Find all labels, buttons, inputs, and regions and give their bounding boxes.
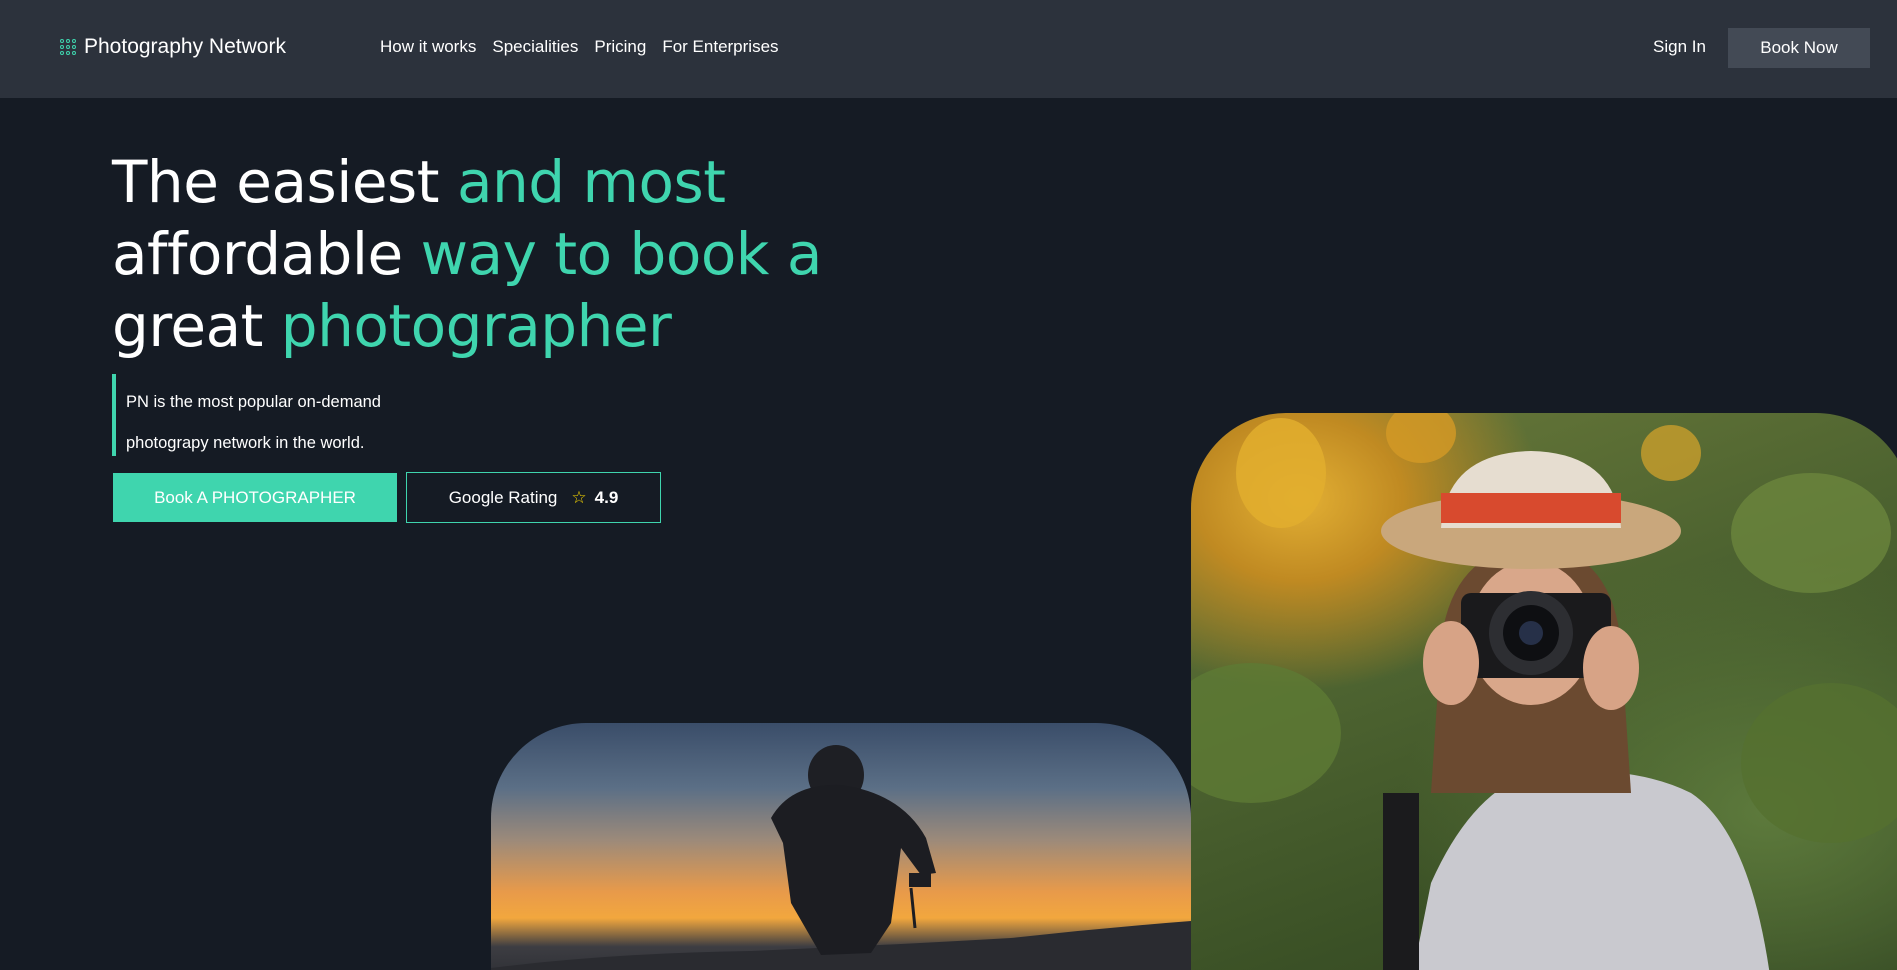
- brand-logo-link[interactable]: Photography Network: [60, 30, 286, 64]
- woman-illustration: [1191, 413, 1897, 970]
- hero-subtitle-line2: photograpy network in the world.: [126, 434, 365, 452]
- star-icon: ☆: [571, 487, 587, 507]
- brand-name: Photography Network: [84, 35, 286, 58]
- top-navbar: Photography Network How it works Special…: [0, 0, 1897, 98]
- grid-dots-icon: [60, 39, 76, 55]
- hero-title-line2-accent: way to book a: [420, 220, 823, 288]
- hero-title: The easiest and most affordable way to b…: [112, 146, 932, 362]
- hero-subtitle: PN is the most popular on-demand photogr…: [112, 374, 532, 456]
- nav-link-pricing[interactable]: Pricing: [594, 37, 646, 57]
- book-photographer-button[interactable]: Book A PHOTOGRAPHER: [113, 473, 397, 522]
- hero-title-line3-plain: great: [112, 292, 281, 360]
- photographer-silhouette-photo: [491, 723, 1191, 970]
- nav-link-how-it-works[interactable]: How it works: [380, 37, 476, 57]
- nav-link-for-enterprises[interactable]: For Enterprises: [662, 37, 778, 57]
- hero-title-line1-plain: The easiest: [112, 148, 457, 216]
- nav-link-specialities[interactable]: Specialities: [492, 37, 578, 57]
- sign-in-link[interactable]: Sign In: [1653, 30, 1706, 64]
- silhouette-illustration: [491, 745, 1191, 970]
- hero-title-line3-accent: photographer: [280, 292, 672, 360]
- hero-title-line1-accent: and most: [456, 148, 726, 216]
- rating-label: Google Rating: [448, 487, 558, 507]
- google-rating-button[interactable]: Google Rating ☆ 4.9: [406, 472, 661, 523]
- woman-with-camera-photo: [1191, 413, 1897, 970]
- hero-subtitle-line1: PN is the most popular on-demand: [126, 393, 381, 411]
- main-nav: How it works Specialities Pricing For En…: [380, 30, 779, 64]
- book-now-button[interactable]: Book Now: [1728, 28, 1870, 68]
- rating-value: 4.9: [594, 487, 619, 507]
- hero-title-line2-plain: affordable: [112, 220, 421, 288]
